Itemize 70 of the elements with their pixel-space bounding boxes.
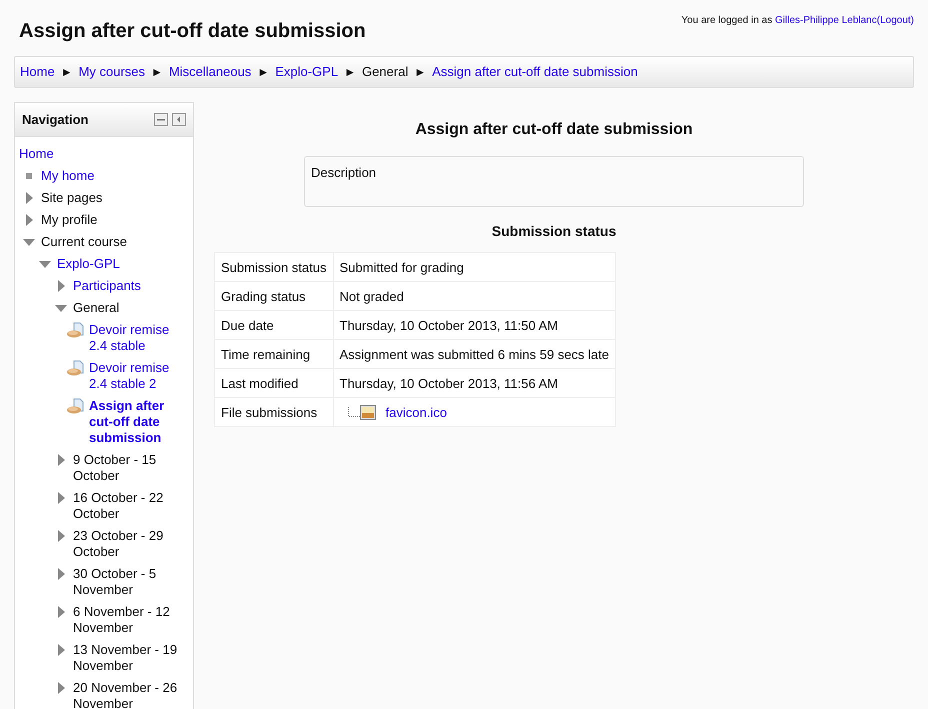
nav-item-label[interactable]: 16 October - 22 October xyxy=(73,490,189,522)
breadcrumb-link[interactable]: My courses xyxy=(78,62,146,82)
assignment-icon xyxy=(67,398,85,414)
table-cell: Assignment was submitted 6 mins 59 secs late xyxy=(333,340,616,369)
table-cell: Not graded xyxy=(333,282,616,311)
nav-link-item[interactable]: Participants xyxy=(73,278,141,294)
nav-link-item[interactable]: Devoir remise 2.4 stable 2 xyxy=(89,360,189,392)
image-file-icon xyxy=(360,404,376,420)
breadcrumb-separator: ► xyxy=(151,64,163,81)
breadcrumb-link[interactable]: Miscellaneous xyxy=(168,62,252,82)
tree-line-icon xyxy=(348,407,360,418)
nav-link-item[interactable]: Explo-GPL xyxy=(57,256,120,272)
nav-link-item[interactable]: My home xyxy=(41,168,94,184)
breadcrumb-link[interactable]: Home xyxy=(20,62,55,82)
expanded-arrow-icon[interactable] xyxy=(23,238,35,246)
nav-item-label[interactable]: My profile xyxy=(41,212,98,228)
table-cell: File submissions xyxy=(214,398,333,427)
section-heading: Submission status xyxy=(490,222,618,240)
collapsed-arrow-icon[interactable] xyxy=(58,644,64,656)
nav-link-item[interactable]: Home xyxy=(19,146,54,162)
nav-item-label[interactable]: 23 October - 29 October xyxy=(73,528,189,560)
user-link[interactable]: Gilles-Philippe Leblanc xyxy=(775,15,877,26)
nav-link-item[interactable]: Assign after cut-off date submission xyxy=(89,398,189,446)
table-cell: Time remaining xyxy=(214,340,333,369)
table-cell: Due date xyxy=(214,310,333,340)
nav-item-label[interactable]: 30 October - 5 November xyxy=(73,566,189,598)
block-title: Navigation xyxy=(22,110,88,129)
nav-item-label[interactable]: Site pages xyxy=(41,190,102,206)
login-text: You are logged in as xyxy=(681,15,774,26)
collapsed-arrow-icon[interactable] xyxy=(58,682,64,694)
collapse-icon[interactable] xyxy=(154,112,168,126)
table-cell: Last modified xyxy=(214,368,333,398)
collapsed-arrow-icon[interactable] xyxy=(58,492,64,504)
description-text: Description xyxy=(311,164,376,180)
logout-link[interactable]: (Logout) xyxy=(876,15,914,26)
nav-link-item[interactable]: Devoir remise 2.4 stable xyxy=(89,322,189,354)
assignment-icon xyxy=(67,322,85,338)
table-cell: Grading status xyxy=(214,282,333,311)
collapsed-arrow-icon[interactable] xyxy=(58,454,64,466)
file-link[interactable]: favicon.ico xyxy=(386,404,447,420)
breadcrumb-separator: ► xyxy=(60,64,73,81)
table-cell: Thursday, 10 October 2013, 11:50 AM xyxy=(333,310,616,340)
collapsed-arrow-icon[interactable] xyxy=(58,568,64,580)
expanded-arrow-icon[interactable] xyxy=(39,260,51,268)
table-cell: Submitted for grading xyxy=(333,252,616,282)
nav-item-label[interactable]: Current course xyxy=(41,234,127,250)
collapsed-arrow-icon[interactable] xyxy=(58,280,64,292)
expanded-arrow-icon[interactable] xyxy=(55,304,67,312)
nav-item-label[interactable]: 9 October - 15 October xyxy=(73,452,189,484)
activity-heading: Assign after cut-off date submission xyxy=(414,120,694,139)
bullet-icon xyxy=(26,173,32,179)
page-title: Assign after cut-off date submission xyxy=(18,19,367,43)
table-cell: Thursday, 10 October 2013, 11:56 AM xyxy=(333,368,616,398)
nav-item-label[interactable]: 20 November - 26 November xyxy=(73,680,189,709)
breadcrumb-link[interactable]: Explo-GPL xyxy=(275,62,338,82)
nav-item-label[interactable]: 6 November - 12 November xyxy=(73,604,189,636)
breadcrumb-link[interactable]: Assign after cut-off date submission xyxy=(432,62,638,82)
collapsed-arrow-icon[interactable] xyxy=(26,214,32,226)
table-cell: Submission status xyxy=(214,252,333,282)
dock-icon[interactable] xyxy=(172,112,186,126)
breadcrumb-item: General xyxy=(362,63,408,81)
breadcrumb-separator: ► xyxy=(344,64,356,81)
nav-item-label[interactable]: 13 November - 19 November xyxy=(73,642,189,674)
collapsed-arrow-icon[interactable] xyxy=(58,606,64,618)
collapsed-arrow-icon[interactable] xyxy=(26,192,32,204)
nav-item-label[interactable]: General xyxy=(73,300,120,316)
collapsed-arrow-icon[interactable] xyxy=(58,530,64,542)
breadcrumb-separator: ► xyxy=(257,64,270,81)
assignment-icon xyxy=(67,360,85,376)
breadcrumb-separator: ► xyxy=(414,64,426,81)
